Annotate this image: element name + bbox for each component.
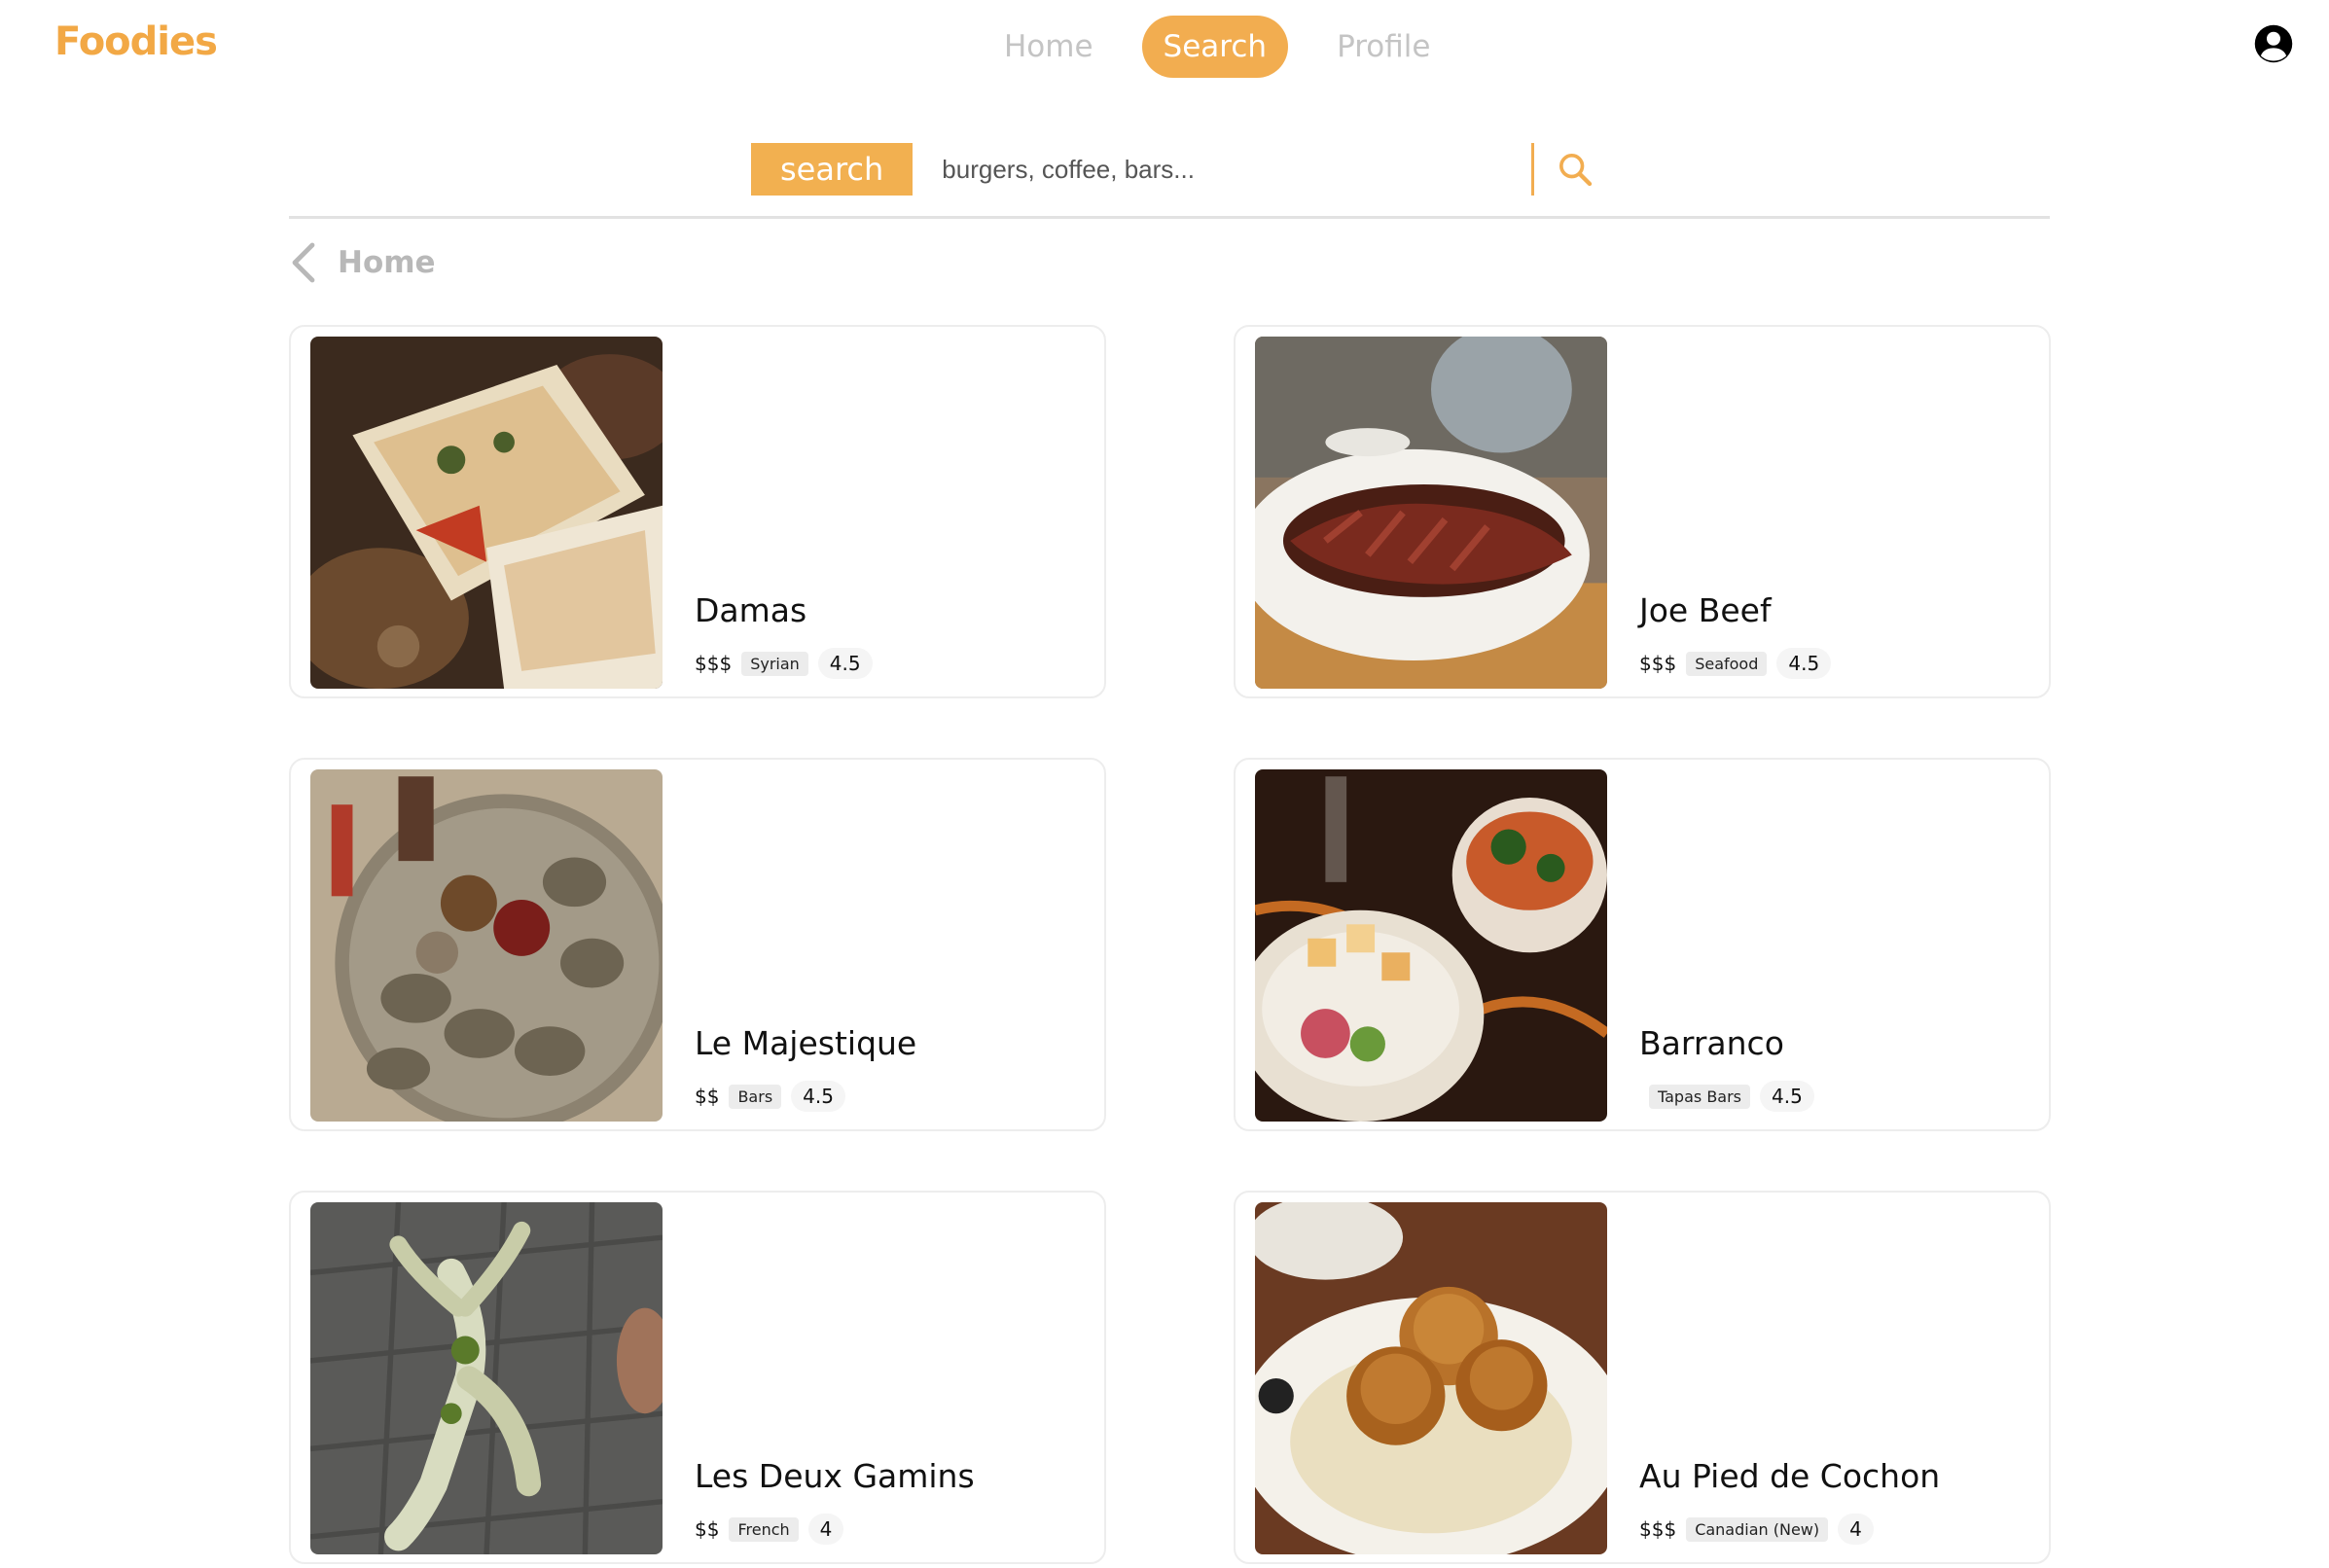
- restaurant-meta: $$$ Syrian 4.5: [695, 648, 873, 679]
- restaurant-meta: $$ French 4: [695, 1514, 844, 1545]
- restaurant-name[interactable]: Damas: [695, 591, 806, 629]
- restaurant-card[interactable]: Damas $$$ Syrian 4.5: [289, 325, 1106, 698]
- price-level: $$$: [695, 652, 733, 675]
- price-level: $$$: [1639, 1517, 1677, 1541]
- category-badge: Canadian (New): [1686, 1516, 1829, 1542]
- restaurant-name[interactable]: Joe Beef: [1639, 591, 1772, 629]
- category-badge: Bars: [729, 1084, 782, 1109]
- category-badge: Tapas Bars: [1649, 1084, 1751, 1109]
- category-badge: Seafood: [1686, 651, 1768, 676]
- restaurant-card[interactable]: Au Pied de Cochon $$$ Canadian (New) 4: [1234, 1191, 2051, 1564]
- restaurant-meta: $$$ Seafood 4.5: [1639, 648, 1832, 679]
- nav-home[interactable]: Home: [983, 16, 1115, 78]
- restaurant-card[interactable]: Joe Beef $$$ Seafood 4.5: [1234, 325, 2051, 698]
- app-logo[interactable]: Foodies: [54, 19, 218, 64]
- restaurant-name[interactable]: Au Pied de Cochon: [1639, 1457, 1940, 1495]
- breadcrumb-label[interactable]: Home: [338, 245, 436, 280]
- price-level: $$: [695, 1517, 720, 1541]
- restaurant-card[interactable]: Le Majestique $$ Bars 4.5: [289, 758, 1106, 1131]
- main-nav: Home Search Profile: [983, 16, 1451, 78]
- restaurant-name[interactable]: Le Majestique: [695, 1024, 916, 1062]
- category-badge: Syrian: [741, 651, 808, 676]
- restaurant-photo: [310, 337, 663, 689]
- restaurant-photo: [310, 1202, 663, 1554]
- price-level: $$$: [1639, 652, 1677, 675]
- header-divider: [289, 216, 2050, 219]
- restaurant-photo: [1255, 1202, 1607, 1554]
- restaurant-photo: [1255, 769, 1607, 1122]
- restaurant-card[interactable]: Les Deux Gamins $$ French 4: [289, 1191, 1106, 1564]
- price-level: $$: [695, 1085, 720, 1108]
- chevron-left-icon[interactable]: [289, 241, 316, 284]
- account-circle-icon[interactable]: [2253, 23, 2294, 64]
- restaurant-photo: [310, 769, 663, 1122]
- search-icon[interactable]: [1556, 150, 1594, 189]
- category-badge: French: [729, 1516, 799, 1542]
- search-input[interactable]: [942, 143, 1526, 196]
- rating-badge: 4.5: [1760, 1081, 1814, 1112]
- search-divider: [1531, 143, 1535, 196]
- restaurant-photo: [1255, 337, 1607, 689]
- restaurant-name[interactable]: Les Deux Gamins: [695, 1457, 975, 1495]
- nav-search[interactable]: Search: [1141, 16, 1289, 78]
- restaurant-meta: $$ Bars 4.5: [695, 1081, 845, 1112]
- nav-profile[interactable]: Profile: [1315, 16, 1451, 78]
- restaurant-meta: Tapas Bars 4.5: [1639, 1081, 1814, 1112]
- restaurant-name[interactable]: Barranco: [1639, 1024, 1784, 1062]
- restaurant-meta: $$$ Canadian (New) 4: [1639, 1514, 1874, 1545]
- rating-badge: 4.5: [817, 648, 873, 679]
- rating-badge: 4: [807, 1514, 844, 1545]
- rating-badge: 4.5: [1776, 648, 1832, 679]
- restaurant-card[interactable]: Barranco Tapas Bars 4.5: [1234, 758, 2051, 1131]
- search-bar: search: [751, 143, 1594, 196]
- rating-badge: 4.5: [791, 1081, 845, 1112]
- rating-badge: 4: [1838, 1514, 1874, 1545]
- search-label-button[interactable]: search: [751, 143, 914, 196]
- breadcrumb[interactable]: Home: [289, 241, 436, 284]
